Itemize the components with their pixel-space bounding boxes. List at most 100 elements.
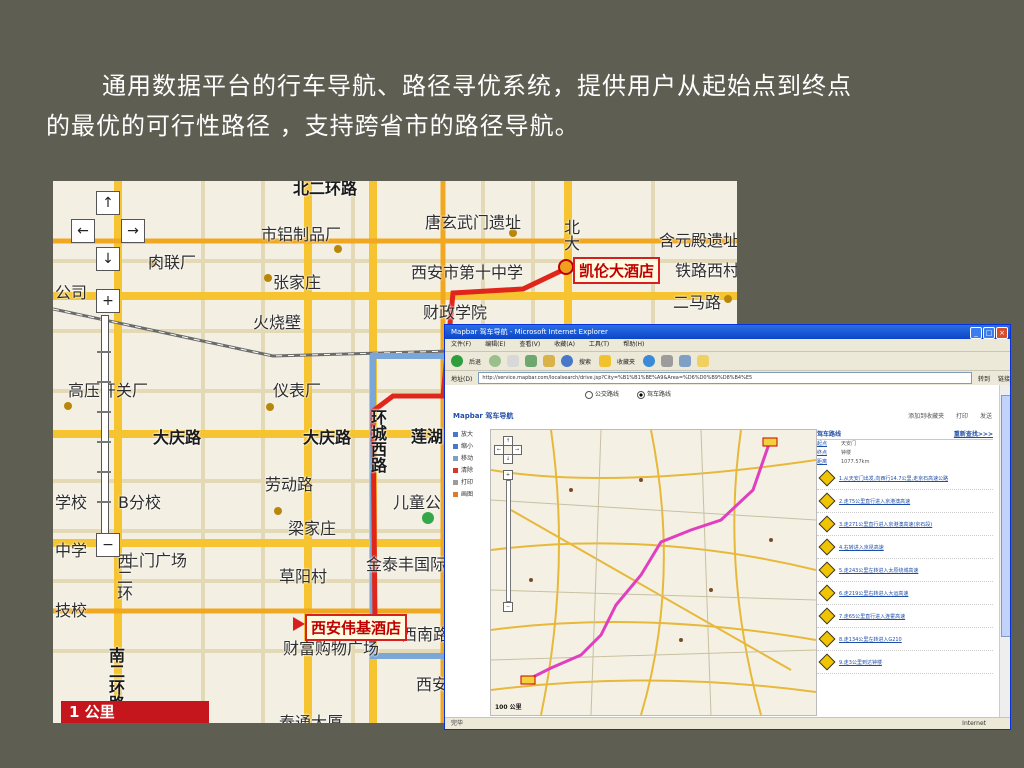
end-flag-icon[interactable]	[293, 617, 305, 631]
zoom-out-button[interactable]: −	[96, 533, 120, 557]
map-label: 肉联厂	[148, 253, 197, 272]
poi-end-label[interactable]: 西安伟基酒店	[305, 614, 408, 641]
research-link[interactable]: 重新查找>>>	[954, 429, 993, 438]
map-scale-label: 100 公里	[495, 704, 522, 711]
forward-icon[interactable]	[489, 355, 502, 367]
direction-step-text[interactable]: 6.走219公里右转进入大运高速	[839, 590, 908, 597]
drive-route-option[interactable]: 驾车路线	[637, 389, 671, 399]
browser-toolbar: 后退 搜索 收藏夹	[445, 352, 1010, 371]
route-distance-field: 距离 1077.57km	[817, 458, 993, 467]
zoom-slider[interactable]	[506, 480, 511, 602]
map-label: 含元殿遗址	[659, 231, 737, 250]
direction-step-text[interactable]: 4.右转进入京昆高速	[839, 544, 884, 551]
media-icon[interactable]	[643, 355, 656, 367]
minimize-icon[interactable]: _	[970, 327, 982, 339]
direction-step[interactable]: 2.走75公里直行进入京港澳高速	[817, 490, 993, 513]
map-label: 唐玄武门遗址	[425, 213, 522, 232]
direction-step[interactable]: 3.走271公里直行进入京港澳高速(京石段)	[817, 513, 993, 536]
direction-step-text[interactable]: 9.走3公里到达钟楼	[839, 659, 882, 666]
direction-step-text[interactable]: 7.走65公里直行进入连霍高速	[839, 613, 905, 620]
search-label[interactable]: 搜索	[579, 357, 591, 366]
end-label[interactable]: 终点	[817, 449, 841, 458]
direction-step-text[interactable]: 2.走75公里直行进入京港澳高速	[839, 498, 910, 505]
pan-right-button[interactable]: →	[512, 445, 522, 455]
map-label: 草阳村	[279, 567, 328, 586]
back-icon[interactable]	[451, 355, 463, 367]
zoom-out-tool[interactable]: 缩小	[453, 441, 493, 453]
pan-tool[interactable]: 移动	[453, 453, 493, 465]
menu-tools[interactable]: 工具(T)	[589, 341, 609, 348]
pan-down-button[interactable]: ↓	[503, 454, 513, 464]
pan-down-button[interactable]: ↓	[96, 247, 120, 271]
menu-view[interactable]: 查看(V)	[519, 341, 540, 348]
map-label: 西安市第十中学	[411, 263, 524, 282]
menu-edit[interactable]: 编辑(E)	[485, 341, 505, 348]
zoom-in-button[interactable]: +	[503, 470, 513, 480]
zoom-in-tool[interactable]: 放大	[453, 429, 493, 441]
home-icon[interactable]	[543, 355, 556, 367]
direction-step[interactable]: 4.右转进入京昆高速	[817, 536, 993, 559]
status-text: 完毕	[451, 720, 464, 727]
map-label: 公司	[55, 283, 88, 302]
refresh-icon[interactable]	[525, 355, 538, 367]
zoom-tick	[97, 411, 111, 413]
direction-step[interactable]: 9.走3公里到达钟楼	[817, 651, 993, 674]
start-marker-icon[interactable]	[558, 259, 574, 275]
direction-step[interactable]: 5.走243公里左转进入太原绕城高速	[817, 559, 993, 582]
zoom-tick	[97, 501, 111, 503]
intro-paragraph: 通用数据平台的行车导航、路径寻优系统，提供用户从起始点到终点 的最优的可行性路径…	[46, 66, 976, 146]
maximize-icon[interactable]: □	[983, 327, 995, 339]
pan-left-button[interactable]: ←	[71, 219, 95, 243]
zoom-in-button[interactable]: +	[96, 289, 120, 313]
print-icon[interactable]	[679, 355, 692, 367]
radio-selected-icon	[637, 390, 645, 399]
go-button[interactable]: 转到	[978, 374, 990, 383]
direction-step-text[interactable]: 1.从天安门出发,向西行14.7公里,走京石高速公路	[839, 475, 948, 482]
window-titlebar[interactable]: Mapbar 驾车导航 - Microsoft Internet Explore…	[445, 325, 1010, 339]
direction-step[interactable]: 8.走134公里左转进入G210	[817, 628, 993, 651]
map-label: 大庆路	[303, 428, 352, 447]
favorites-icon[interactable]	[599, 355, 612, 367]
print-tool[interactable]: 打印	[453, 477, 493, 489]
zoom-slider[interactable]	[101, 315, 109, 547]
zoom-tick	[97, 471, 111, 473]
zoom-out-button[interactable]: −	[503, 602, 513, 612]
search-icon[interactable]	[561, 355, 574, 367]
direction-step[interactable]: 6.走219公里右转进入大运高速	[817, 582, 993, 605]
direction-step[interactable]: 1.从天安门出发,向西行14.7公里,走京石高速公路	[817, 467, 993, 490]
map-label: 梁家庄	[288, 519, 337, 538]
browser-window[interactable]: Mapbar 驾车导航 - Microsoft Internet Explore…	[444, 324, 1011, 730]
vertical-scrollbar[interactable]	[999, 385, 1010, 717]
start-label[interactable]: 起点	[817, 440, 841, 449]
print-link[interactable]: 打印	[956, 413, 968, 420]
poi-start-label[interactable]: 凯伦大酒店	[573, 257, 661, 284]
folder-icon[interactable]	[697, 355, 710, 367]
address-bar: 地址(D) http://service.mapbar.com/localsea…	[445, 371, 1010, 386]
map-label: 环城西路	[368, 409, 387, 473]
transit-route-option[interactable]: 公交路线	[585, 389, 619, 399]
pan-up-button[interactable]: ↑	[96, 191, 120, 215]
close-icon[interactable]: ×	[996, 327, 1008, 339]
scrollbar-thumb[interactable]	[1001, 395, 1010, 637]
direction-step-text[interactable]: 3.走271公里直行进入京港澳高速(京石段)	[839, 521, 932, 528]
draw-tool[interactable]: 画图	[453, 489, 493, 501]
url-input[interactable]: http://service.mapbar.com/localsearch/dr…	[478, 372, 972, 384]
favorites-label[interactable]: 收藏夹	[617, 357, 635, 366]
direction-step-text[interactable]: 5.走243公里左转进入太原绕城高速	[839, 567, 918, 574]
links-label[interactable]: 链接	[998, 374, 1010, 383]
menu-help[interactable]: 帮助(H)	[623, 341, 644, 348]
stop-icon[interactable]	[507, 355, 520, 367]
menu-favorites[interactable]: 收藏(A)	[554, 341, 575, 348]
clear-tool[interactable]: 清除	[453, 465, 493, 477]
back-label[interactable]: 后退	[469, 357, 481, 366]
mail-icon[interactable]	[661, 355, 674, 367]
national-route-map[interactable]: ↑ ← → ↓ + − 100 公里	[490, 429, 817, 716]
pan-right-button[interactable]: →	[121, 219, 145, 243]
direction-step[interactable]: 7.走65公里直行进入连霍高速	[817, 605, 993, 628]
add-favorite-link[interactable]: 添加到收藏夹	[908, 413, 944, 420]
turn-sign-icon	[818, 584, 836, 602]
menu-file[interactable]: 文件(F)	[451, 341, 471, 348]
map-label: 北大	[561, 219, 580, 251]
direction-step-text[interactable]: 8.走134公里左转进入G210	[839, 636, 902, 643]
send-link[interactable]: 发送	[980, 413, 992, 420]
